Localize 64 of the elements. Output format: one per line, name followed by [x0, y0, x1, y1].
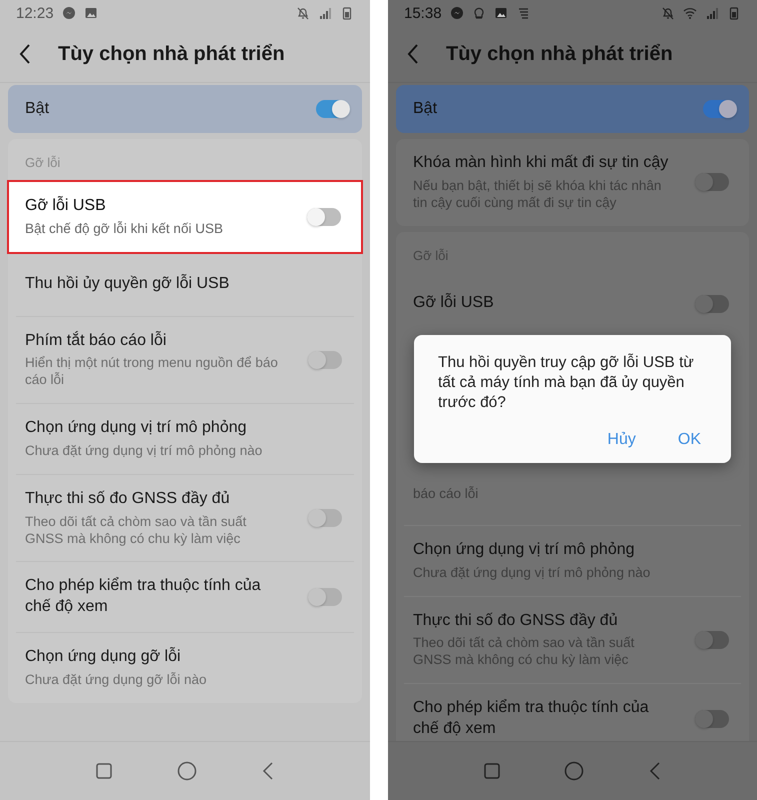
setting-title: Phím tắt báo cáo lỗi	[25, 330, 168, 351]
bulb-icon	[472, 6, 486, 20]
toggle-switch[interactable]	[316, 100, 350, 118]
wifi-icon	[683, 6, 697, 20]
setting-description: Hiển thị một nút trong menu nguồn để báo cáo lỗi	[25, 355, 279, 390]
chat-bubble-icon	[62, 6, 76, 20]
setting-title: Gỡ lỗi USB	[413, 293, 494, 314]
bell-off-icon	[296, 6, 310, 20]
battery-icon	[727, 6, 741, 20]
setting-description: Bật chế độ gỡ lỗi khi kết nối USB	[25, 220, 223, 238]
setting-description: Theo dõi tất cả chòm sao và tần suất GNSS mà không có chu kỳ làm việc	[25, 514, 248, 548]
setting-description: Chưa đặt ứng dụng vị trí mô phỏng nào	[25, 443, 262, 460]
image-icon	[494, 6, 508, 20]
setting-title: Thu hồi ủy quyền gỡ lỗi USB	[25, 274, 230, 294]
setting-row[interactable]: Phím tắt báo cáo lỗi Hiển thị một nút trong menu nguồn để báo cáo lỗi	[16, 316, 354, 404]
setting-title: Chọn ứng dụng vị trí mô phỏng	[25, 418, 248, 438]
setting-row[interactable]: Thu hồi ủy quyền gỡ lỗi USB	[16, 254, 354, 317]
chat-bubble-icon	[450, 6, 464, 20]
toggle-switch[interactable]	[703, 100, 737, 118]
dialog-button[interactable]: Hủy	[607, 430, 636, 449]
master-switch-label: Bật	[413, 100, 438, 118]
status-time: 15:38	[404, 4, 442, 22]
signal-icon	[318, 6, 332, 20]
back-icon[interactable]	[262, 762, 274, 780]
setting-row[interactable]: Cho phép kiểm tra thuộc tính của chế độ xem	[404, 684, 741, 741]
setting-row[interactable]: Thực thi số đo GNSS đầy đủ Theo dõi tất cả chòm sao và tần suất GNSS mà không có chu kỳ làm việc	[16, 474, 354, 562]
setting-title: Chọn ứng dụng vị trí mô phỏng	[413, 540, 636, 560]
setting-description: Chưa đặt ứng dụng gỡ lỗi nào	[25, 672, 207, 689]
setting-row[interactable]: Chọn ứng dụng vị trí mô phỏng Chưa đặt ứng dụng vị trí mô phỏng nào	[16, 404, 354, 475]
highlighted-setting-row[interactable]: Gỡ lỗi USB Bật chế độ gỡ lỗi khi kết nối USB	[7, 180, 363, 254]
setting-title: Khóa màn hình khi mất đi sự tin cậy	[413, 153, 670, 173]
toggle-switch[interactable]	[695, 294, 729, 313]
setting-title: Thực thi số đo GNSS đầy đủ	[413, 610, 619, 631]
toggle-switch[interactable]	[307, 208, 341, 226]
setting-row[interactable]: Gỡ lỗi USB	[404, 272, 741, 335]
setting-title: Thực thi số đo GNSS đầy đủ	[25, 488, 231, 509]
page-title: Tùy chọn nhà phát triển	[446, 42, 673, 66]
setting-row[interactable]: Cho phép kiểm tra thuộc tính của chế độ xem	[16, 562, 354, 634]
signal-icon	[705, 6, 719, 20]
section-label: Gỡ lỗi	[24, 154, 62, 172]
setting-row[interactable]: Chọn ứng dụng gỡ lỗi Chưa đặt ứng dụng gỡ lỗi nào	[16, 633, 354, 703]
home-icon[interactable]	[176, 761, 197, 781]
toggle-switch[interactable]	[695, 173, 729, 192]
setting-title: Gỡ lỗi USB	[25, 196, 107, 216]
master-switch-label: Bật	[25, 100, 50, 118]
bell-off-icon	[661, 6, 675, 20]
status-time: 12:23	[16, 4, 54, 22]
toggle-switch[interactable]	[695, 710, 729, 728]
image-icon	[84, 6, 98, 20]
recent-apps-icon[interactable]	[96, 763, 112, 779]
dialog-message: Thu hồi quyền truy cập gỡ lỗi USB từ tất cả máy tính mà bạn đã ủy quyền trước đó?	[438, 352, 695, 413]
setting-title: Chọn ứng dụng gỡ lỗi	[25, 647, 182, 668]
recent-apps-icon[interactable]	[484, 763, 500, 779]
dialog-button[interactable]: OK	[678, 430, 701, 449]
setting-title: Cho phép kiểm tra thuộc tính của chế độ xem	[25, 576, 262, 618]
home-icon[interactable]	[564, 761, 584, 781]
page-title: Tùy chọn nhà phát triển	[58, 42, 285, 66]
toggle-switch[interactable]	[308, 509, 342, 528]
setting-title: Cho phép kiểm tra thuộc tính của chế độ xem	[413, 698, 650, 739]
toggle-switch[interactable]	[695, 630, 729, 649]
toggle-switch[interactable]	[308, 350, 342, 369]
toggle-switch[interactable]	[308, 588, 342, 606]
battery-icon	[340, 6, 354, 20]
back-icon[interactable]	[18, 43, 32, 65]
